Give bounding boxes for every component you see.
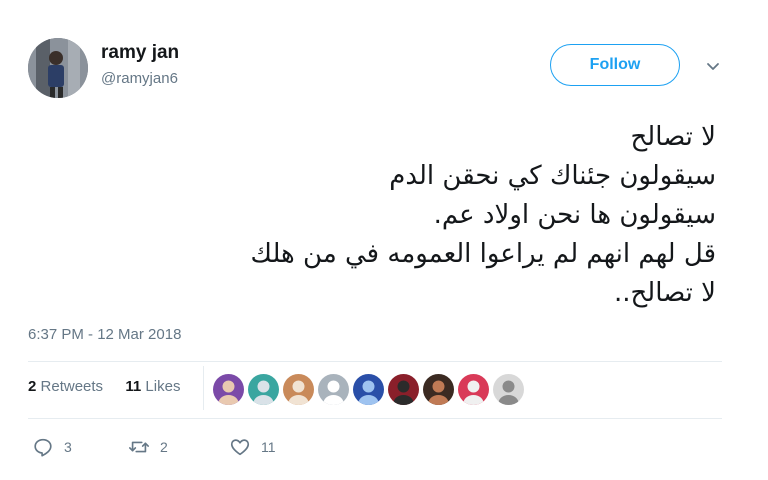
heart-icon (230, 439, 250, 456)
tweet-text-line: سيقولون جئناك كي نحقن الدم (389, 161, 716, 191)
tweet-text-line: لا تصالح.. (613, 278, 716, 308)
retweet-count: 2 (160, 439, 168, 455)
engagement-stats: 2 Retweets 11 Likes (28, 378, 180, 395)
liker-avatar[interactable] (248, 374, 279, 405)
chevron-down-icon[interactable] (704, 57, 722, 75)
author-avatar[interactable] (28, 38, 88, 98)
reply-action[interactable]: 3 (32, 436, 72, 458)
tweet-timestamp[interactable]: 6:37 PM - 12 Mar 2018 (28, 326, 181, 343)
liker-avatar[interactable] (318, 374, 349, 405)
liker-avatar[interactable] (353, 374, 384, 405)
tweet-text-line: قل لهم انهم لم يراعوا العمومه في من هلك (250, 239, 716, 269)
liker-avatar[interactable] (213, 374, 244, 405)
divider (28, 418, 722, 419)
author-name[interactable]: ramy jan (101, 42, 179, 64)
tweet-text: لا تصالح سيقولون جئناك كي نحقن الدم سيقو… (96, 118, 716, 313)
reply-icon (34, 438, 52, 457)
follow-button[interactable]: Follow (550, 44, 680, 86)
like-count: 11 (261, 439, 276, 455)
retweets-stat[interactable]: 2 Retweets (28, 378, 107, 395)
liker-avatar[interactable] (423, 374, 454, 405)
liker-avatar[interactable] (493, 374, 524, 405)
stats-separator (203, 366, 204, 410)
divider (28, 361, 722, 362)
likes-count: 11 (125, 378, 142, 395)
retweets-count: 2 (28, 378, 37, 395)
liker-avatar[interactable] (283, 374, 314, 405)
retweets-label: Retweets (40, 378, 104, 395)
like-action[interactable]: 11 (229, 436, 276, 458)
tweet-text-line: سيقولون ها نحن اولاد عم. (433, 200, 716, 230)
likes-label: Likes (145, 378, 181, 395)
tweet-text-line: لا تصالح (630, 122, 716, 152)
reply-count: 3 (64, 439, 72, 455)
retweet-icon (129, 441, 149, 453)
author-handle[interactable]: @ramyjan6 (101, 70, 178, 87)
likes-stat[interactable]: 11 Likes (125, 378, 180, 395)
retweet-action[interactable]: 2 (128, 436, 168, 458)
liker-avatar[interactable] (388, 374, 419, 405)
liker-avatar[interactable] (458, 374, 489, 405)
